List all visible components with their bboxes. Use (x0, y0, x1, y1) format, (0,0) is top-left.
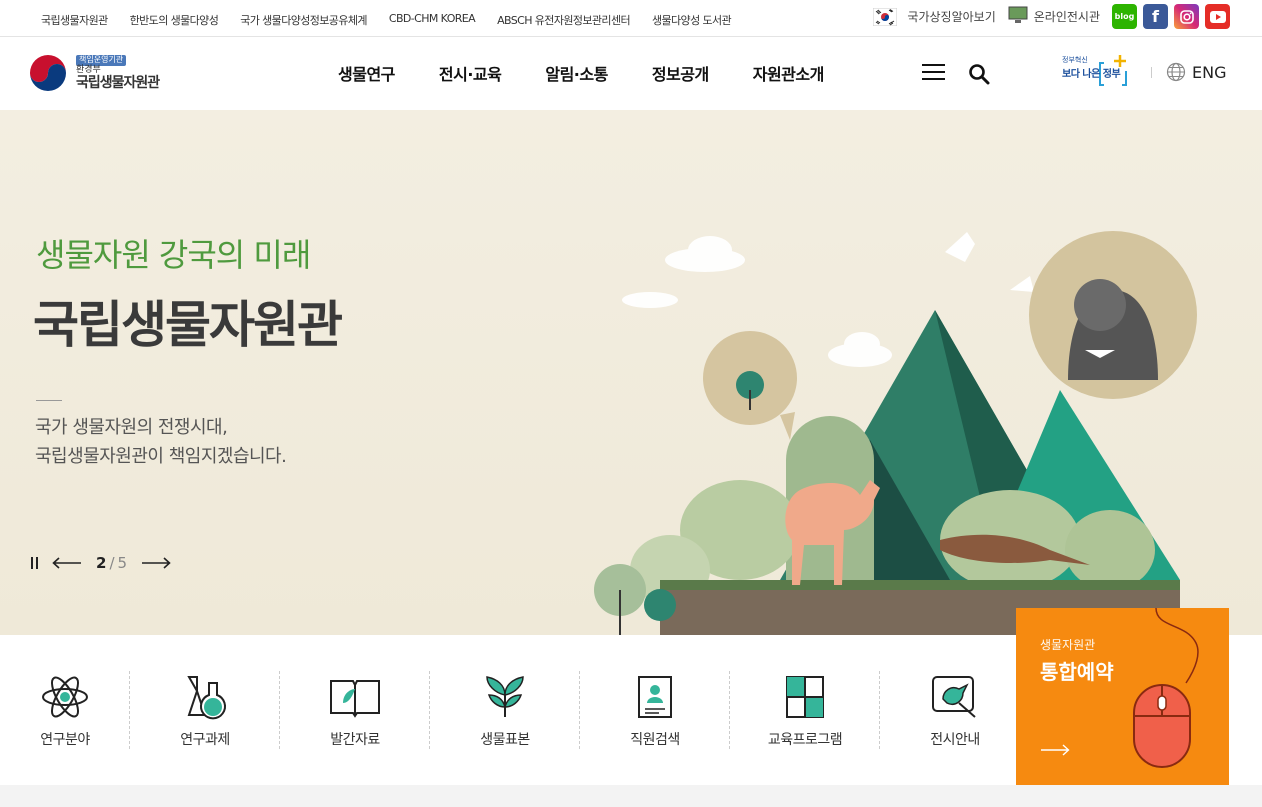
hero-illustration (594, 231, 1197, 635)
quick-label: 교육프로그램 (767, 732, 843, 748)
facebook-icon[interactable]: f (1143, 4, 1168, 29)
slide-total: 5 (117, 554, 128, 572)
logo-name: 국립생물자원관 (76, 74, 160, 91)
utility-right: 국가상징알아보기 온라인전시관 blog f (872, 4, 1230, 29)
quick-label: 전시안내 (930, 732, 980, 748)
top-link-kbif[interactable]: 국가 생물다양성정보공유체계 (240, 12, 367, 28)
bird-frame-icon (932, 676, 976, 718)
slide-counter: 2 / 5 (96, 554, 127, 572)
quick-label: 연구분야 (40, 732, 90, 748)
slide-current: 2 (96, 554, 107, 572)
quick-item-publications[interactable]: 발간자료 (280, 635, 430, 785)
quick-item-research-project[interactable]: 연구과제 (130, 635, 280, 785)
quick-item-staff-search[interactable]: 직원검색 (580, 635, 730, 785)
hero-divider (36, 400, 62, 401)
quick-label: 직원검색 (630, 732, 680, 748)
site-logo[interactable]: 책임운영기관 환경부 국립생물자원관 (28, 53, 160, 93)
blog-icon-text: blog (1114, 12, 1135, 21)
family-site-links: 국립생물자원관 한반도의 생물다양성 국가 생물다양성정보공유체계 CBD-CH… (41, 12, 732, 28)
quick-item-research-field[interactable]: 연구분야 (0, 635, 140, 785)
gov-badge-small: 정부혁신 (1062, 56, 1088, 64)
site-header: 책임운영기관 환경부 국립생물자원관 생물연구 전시·교육 알림·소통 정보공개… (0, 37, 1262, 110)
gov-badge-big: 보다 나은 정부 (1062, 69, 1121, 80)
pause-icon[interactable] (31, 556, 38, 570)
puzzle-icon (786, 676, 824, 718)
quick-label: 발간자료 (330, 732, 380, 748)
quick-label: 생물표본 (480, 732, 530, 748)
arrow-left-icon[interactable] (52, 557, 82, 569)
top-link-species[interactable]: 한반도의 생물다양성 (130, 12, 219, 28)
quick-item-education[interactable]: 교육프로그램 (730, 635, 880, 785)
monitor-icon (1008, 6, 1028, 27)
arrow-right-icon (1041, 744, 1070, 756)
staff-card-icon (638, 676, 672, 718)
eng-label: ENG (1192, 62, 1227, 82)
nav-item-exhibition[interactable]: 전시·교육 (439, 61, 502, 85)
main-nav: 생물연구 전시·교육 알림·소통 정보공개 자원관소개 (338, 61, 824, 85)
blog-icon[interactable]: blog (1112, 4, 1137, 29)
nav-item-research[interactable]: 생물연구 (338, 61, 395, 85)
top-link-cbd[interactable]: CBD-CHM KOREA (389, 12, 476, 28)
reserve-big-label: 통합예약 (1040, 660, 1114, 684)
hero-subtitle: 생물자원 강국의 미래 (36, 236, 311, 274)
hero-title: 국립생물자원관 (33, 296, 343, 354)
taegukgi-icon (872, 7, 898, 26)
slide-controls: 2 / 5 (31, 554, 171, 572)
top-link-library[interactable]: 생물다양성 도서관 (652, 12, 732, 28)
arrow-right-icon[interactable] (141, 557, 171, 569)
hamburger-menu-icon[interactable] (922, 64, 945, 81)
nav-item-about[interactable]: 자원관소개 (753, 61, 825, 85)
instagram-icon[interactable] (1174, 4, 1199, 29)
language-switch[interactable]: ENG (1166, 62, 1226, 82)
reserve-small-label: 생물자원관 (1040, 638, 1096, 652)
atom-icon (42, 676, 88, 718)
national-symbol-link[interactable]: 국가상징알아보기 (907, 8, 995, 25)
mouse-icon (1133, 608, 1199, 768)
gov-innovation-badge[interactable]: 정부혁신 보다 나은 정부 (1060, 53, 1132, 89)
divider (1151, 67, 1152, 78)
globe-icon (1166, 62, 1186, 82)
page-bottom-strip (0, 785, 1262, 807)
taegeuk-emblem-icon (29, 54, 67, 92)
book-icon (330, 680, 380, 718)
nav-item-news[interactable]: 알림·소통 (545, 61, 608, 85)
top-link-nibr[interactable]: 국립생물자원관 (41, 12, 108, 28)
utility-bar: 국립생물자원관 한반도의 생물다양성 국가 생물다양성정보공유체계 CBD-CH… (0, 0, 1262, 37)
quick-label: 연구과제 (180, 732, 230, 748)
nav-item-disclosure[interactable]: 정보공개 (652, 61, 709, 85)
flask-icon (187, 676, 226, 720)
quick-item-exhibition-guide[interactable]: 전시안내 (880, 635, 1030, 785)
youtube-icon[interactable] (1205, 4, 1230, 29)
hero-desc-line1: 국가 생물자원의 전쟁시대, (35, 417, 228, 438)
online-exhibition-link[interactable]: 온라인전시관 (1034, 8, 1100, 25)
leaf-specimen-icon (486, 676, 524, 717)
integrated-reservation-button[interactable]: 생물자원관 통합예약 (1016, 608, 1229, 785)
search-icon[interactable] (968, 63, 990, 89)
hero-desc-line2: 국립생물자원관이 책임지겠습니다. (35, 446, 287, 467)
quick-item-specimens[interactable]: 생물표본 (430, 635, 580, 785)
slide-separator: / (109, 554, 115, 572)
top-link-absch[interactable]: ABSCH 유전자원정보관리센터 (497, 12, 631, 28)
hero-description: 국가 생물자원의 전쟁시대, 국립생물자원관이 책임지겠습니다. (35, 413, 287, 471)
